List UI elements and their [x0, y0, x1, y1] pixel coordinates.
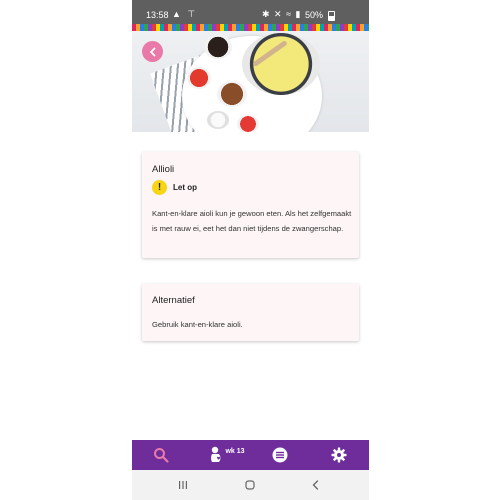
back-button[interactable]: [142, 41, 163, 62]
card-body: Gebruik kant-en-klare aioli.: [152, 320, 243, 329]
pregnancy-week-icon: [211, 446, 221, 462]
nav-settings-button[interactable]: [327, 440, 351, 470]
nav-search-button[interactable]: [147, 440, 175, 470]
sauce-bowl-red: [187, 67, 211, 89]
battery-icon: [328, 11, 335, 21]
card-title: Alternatief: [152, 295, 195, 306]
home-button[interactable]: [240, 477, 260, 493]
sauce-bowl-red-small: [237, 115, 259, 132]
back-arrow-icon: [312, 480, 319, 490]
battery-percent: 50%: [305, 10, 324, 20]
color-stripe: [132, 24, 369, 31]
warning-label: Let op: [173, 182, 197, 192]
system-back-button[interactable]: [306, 477, 326, 493]
sauce-bowl-dark: [204, 35, 232, 59]
recent-apps-button[interactable]: [173, 477, 193, 493]
card-title: Allioli: [152, 164, 175, 175]
nav-list-button[interactable]: [268, 440, 292, 470]
nav-pregnancy-week-button[interactable]: wk 13: [202, 440, 252, 470]
warning-row: ! Let op: [152, 179, 197, 195]
notification-icons: ▲ ⊤: [172, 9, 198, 19]
recent-apps-icon: [179, 481, 187, 489]
week-label: wk 13: [225, 447, 245, 455]
sauce-bowl-brown: [217, 81, 247, 107]
info-card-alternative: Alternatief Gebruik kant-en-klare aioli.: [142, 284, 359, 341]
chevron-left-icon: [149, 47, 155, 56]
status-time: 13:58: [146, 10, 169, 20]
connectivity-icons: ✱ ✕ ≈ ▮: [262, 9, 302, 19]
gear-icon: [331, 447, 347, 463]
home-icon: [245, 480, 255, 490]
sauce-bowl-white: [207, 111, 229, 129]
list-icon: [272, 447, 288, 463]
phone-screen: 13:58 ▲ ⊤ ✱ ✕ ≈ ▮ 50% Allioli ! Let op K…: [132, 0, 369, 500]
info-card-allioli: Allioli ! Let op Kant-en-klare aioli kun…: [142, 152, 359, 258]
card-body: Kant-en-klare aioli kun je gewoon eten. …: [152, 209, 352, 233]
system-navigation-bar: [132, 470, 369, 500]
bottom-navigation: wk 13: [132, 440, 369, 470]
search-icon: [154, 448, 169, 463]
hero-image: [132, 31, 369, 132]
warning-icon: !: [152, 179, 167, 195]
